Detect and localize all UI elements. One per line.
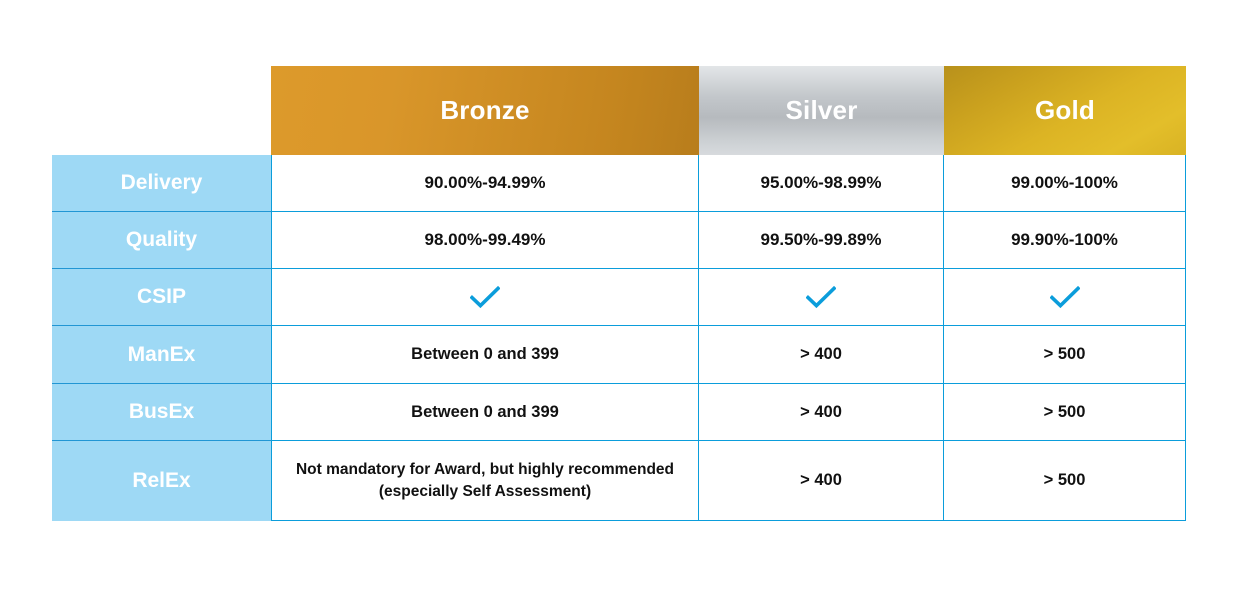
- checkmark-icon: [806, 285, 836, 309]
- row-label-relex: RelEx: [52, 441, 271, 521]
- cell-delivery-gold: 99.00%-100%: [944, 155, 1186, 212]
- cell-csip-silver: [699, 269, 944, 326]
- cell-delivery-bronze: 90.00%-94.99%: [271, 155, 699, 212]
- column-header-bronze: Bronze: [271, 66, 699, 155]
- cell-relex-bronze: Not mandatory for Award, but highly reco…: [271, 441, 699, 521]
- column-header-silver: Silver: [699, 66, 944, 155]
- cell-busex-silver: > 400: [699, 384, 944, 441]
- row-label-manex: ManEx: [52, 326, 271, 384]
- column-header-gold: Gold: [944, 66, 1186, 155]
- table-grid: Bronze Silver Gold Delivery 90.00%-94.99…: [52, 66, 1186, 521]
- row-label-delivery: Delivery: [52, 155, 271, 212]
- row-label-busex: BusEx: [52, 384, 271, 441]
- checkmark-icon: [1049, 285, 1080, 309]
- cell-busex-gold: > 500: [944, 384, 1186, 441]
- cell-relex-silver: > 400: [699, 441, 944, 521]
- row-label-quality: Quality: [52, 212, 271, 269]
- cell-csip-gold: [944, 269, 1186, 326]
- cell-quality-bronze: 98.00%-99.49%: [271, 212, 699, 269]
- cell-manex-silver: > 400: [699, 326, 944, 384]
- cell-csip-bronze: [271, 269, 699, 326]
- cell-quality-gold: 99.90%-100%: [944, 212, 1186, 269]
- table-corner-blank: [52, 66, 271, 155]
- cell-busex-bronze: Between 0 and 399: [271, 384, 699, 441]
- cell-manex-bronze: Between 0 and 399: [271, 326, 699, 384]
- cell-delivery-silver: 95.00%-98.99%: [699, 155, 944, 212]
- checkmark-icon: [470, 285, 500, 309]
- cell-relex-bronze-text: Not mandatory for Award, but highly reco…: [295, 460, 675, 500]
- award-criteria-table: Bronze Silver Gold Delivery 90.00%-94.99…: [52, 66, 1186, 521]
- cell-quality-silver: 99.50%-99.89%: [699, 212, 944, 269]
- cell-relex-gold: > 500: [944, 441, 1186, 521]
- row-label-csip: CSIP: [52, 269, 271, 326]
- cell-manex-gold: > 500: [944, 326, 1186, 384]
